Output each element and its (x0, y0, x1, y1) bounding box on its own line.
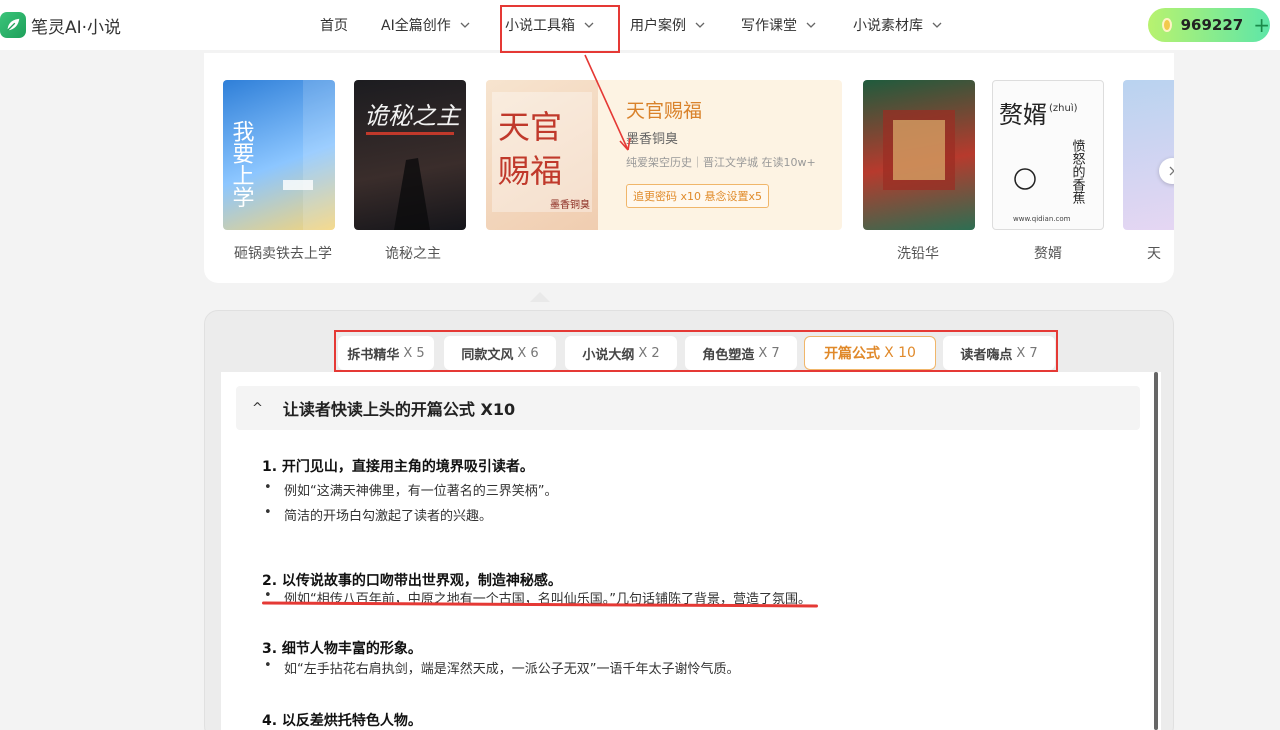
list-item: 例如“这满天神佛里，有一位著名的三界笑柄”。 (264, 480, 558, 499)
tab-same-style[interactable]: 同款文风 X 6 (444, 336, 556, 370)
tab-label: 小说大纲 (582, 347, 635, 363)
section-title: 让读者快读上头的开篇公式 X10 (282, 400, 516, 419)
tab-count: X 2 (638, 345, 660, 361)
list-item: 如“左手拈花右肩执剑，端是浑然天成，一派公子无双”一语千年太子谢怜气质。 (264, 658, 740, 677)
tab-label: 开篇公式 (824, 346, 881, 362)
point-title: 1. 开门见山，直接用主角的境界吸引读者。 (262, 459, 534, 475)
tab-count: X 7 (1016, 345, 1038, 361)
tab-opening-formula[interactable]: 开篇公式 X 10 (804, 336, 936, 370)
point-title: 4. 以反差烘托特色人物。 (262, 713, 422, 729)
tab-outline[interactable]: 小说大纲 X 2 (565, 336, 677, 370)
bullet-text: 如“左手拈花右肩执剑，端是浑然天成，一派公子无双”一语千年太子谢怜气质。 (284, 662, 740, 677)
tab-label: 读者嗨点 (960, 347, 1013, 363)
list-item: 简洁的开场白勾激起了读者的兴趣。 (264, 505, 493, 524)
panel-caret (530, 292, 550, 302)
bullet-text: 例如“这满天神佛里，有一位著名的三界笑柄”。 (284, 484, 558, 499)
tab-count: X 7 (758, 345, 780, 361)
point-title: 3. 细节人物丰富的形象。 (262, 641, 422, 657)
tab-count: X 5 (403, 345, 425, 361)
tab-count: X 6 (517, 345, 539, 361)
content-scrollbar[interactable] (1154, 372, 1158, 730)
point-title: 2. 以传说故事的口吻带出世界观，制造神秘感。 (262, 573, 562, 589)
tab-label: 同款文风 (461, 347, 514, 363)
bullet-text: 简洁的开场白勾激起了读者的兴趣。 (284, 509, 493, 524)
tab-count: X 10 (884, 345, 916, 361)
tab-label: 角色塑造 (702, 347, 755, 363)
tab-book-essence[interactable]: 拆书精华 X 5 (338, 336, 434, 370)
tab-character[interactable]: 角色塑造 X 7 (685, 336, 797, 370)
section-header[interactable]: ^ 让读者快读上头的开篇公式 X10 (236, 386, 1140, 430)
tab-reader-highlights[interactable]: 读者嗨点 X 7 (943, 336, 1055, 370)
chevron-up-icon: ^ (252, 400, 263, 416)
category-tabs: 拆书精华 X 5 同款文风 X 6 小说大纲 X 2 角色塑造 X 7 开篇公式 X 10… (334, 330, 1058, 372)
tab-label: 拆书精华 (347, 347, 400, 363)
